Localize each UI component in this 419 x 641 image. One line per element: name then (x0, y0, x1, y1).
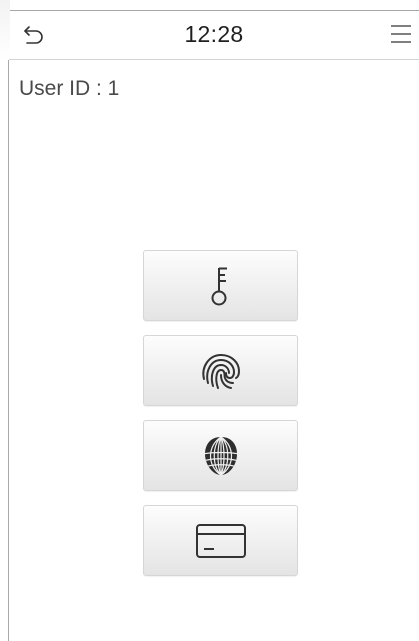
face-icon (204, 436, 237, 475)
fingerprint-icon (201, 353, 240, 389)
device-screen: 12:28 User ID : 1 (0, 0, 419, 641)
fingerprint-verify-button[interactable] (143, 335, 298, 406)
hamburger-menu-icon[interactable] (389, 23, 413, 45)
card-verify-button[interactable] (143, 505, 298, 576)
face-verify-button[interactable] (143, 420, 298, 491)
card-icon (195, 523, 246, 558)
verification-methods (143, 250, 298, 590)
user-id-label: User ID : 1 (19, 77, 120, 100)
clock-time: 12:28 (184, 21, 244, 47)
password-verify-button[interactable] (143, 250, 298, 321)
top-bar: 12:28 (9, 11, 419, 60)
key-icon (211, 267, 227, 305)
